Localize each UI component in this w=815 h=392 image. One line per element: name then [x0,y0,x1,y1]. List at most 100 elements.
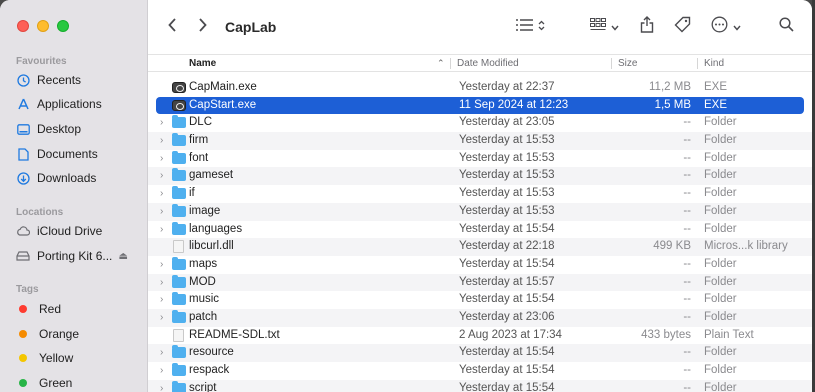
file-size: -- [683,222,691,235]
table-row[interactable]: CapMain.exe Yesterday at 22:37 11,2 MB EXE [148,79,812,97]
file-name: CapStart.exe [189,98,257,111]
file-date-modified: Yesterday at 15:53 [459,187,555,200]
table-row[interactable]: › if Yesterday at 15:53 -- Folder [148,185,812,203]
column-divider[interactable] [611,58,612,69]
sidebar-item-tag-orange[interactable]: Orange [10,322,138,346]
forward-button[interactable] [198,16,207,38]
sidebar-item-porting-kit[interactable]: Porting Kit 6... ⏏ [10,244,138,268]
sidebar-item-label: Orange [39,327,80,341]
sidebar-item-tag-red[interactable]: Red [10,297,138,321]
disclosure-chevron-icon[interactable]: › [160,277,163,288]
sidebar-item-label: Documents [37,147,98,161]
table-row[interactable]: › gameset Yesterday at 15:53 -- Folder [148,167,812,186]
folder-icon [172,380,186,392]
table-row[interactable]: › languages Yesterday at 15:54 -- Folder [148,221,812,239]
column-name[interactable]: Name [189,58,216,69]
table-row[interactable]: › MOD Yesterday at 15:57 -- Folder [148,273,812,292]
table-row[interactable]: › respack Yesterday at 15:54 -- Folder [148,362,812,380]
table-row[interactable]: › resource Yesterday at 15:54 -- Folder [148,344,812,362]
column-size[interactable]: Size [618,58,637,69]
disclosure-chevron-icon[interactable]: › [160,117,163,128]
table-row[interactable]: libcurl.dll Yesterday at 22:18 499 KB Micro… [148,238,812,256]
disclosure-chevron-icon[interactable]: › [160,347,163,358]
file-kind: Folder [704,381,737,392]
disclosure-chevron-icon[interactable]: › [160,294,163,305]
disclosure-chevron-icon[interactable]: › [160,224,163,235]
file-size: -- [683,381,691,392]
file-icon [173,328,184,342]
file-name: languages [189,222,243,235]
folder-icon [172,292,186,306]
ellipsis-circle-icon [711,16,728,38]
sidebar-item-applications[interactable]: Applications [10,92,138,116]
file-icon [173,240,184,254]
disclosure-chevron-icon[interactable]: › [160,312,163,323]
clock-icon [16,73,30,87]
tag-button[interactable] [674,16,691,38]
file-size: 11,2 MB [649,81,691,93]
disclosure-chevron-icon[interactable]: › [160,365,163,376]
disclosure-chevron-icon[interactable]: › [160,259,163,270]
folder-icon [172,133,186,147]
table-row[interactable]: › firm Yesterday at 15:53 -- Folder [148,132,812,150]
disclosure-chevron-icon[interactable]: › [160,170,163,181]
disclosure-chevron-icon[interactable]: › [160,188,163,199]
table-row[interactable]: › image Yesterday at 15:53 -- Folder [148,202,812,221]
file-date-modified: Yesterday at 15:57 [459,275,555,288]
executable-icon [172,99,186,111]
file-name: resource [189,346,234,359]
sidebar-item-icloud-drive[interactable]: iCloud Drive [10,219,138,243]
file-size: -- [683,204,691,217]
file-date-modified: Yesterday at 15:53 [459,151,555,164]
disclosure-chevron-icon[interactable]: › [160,135,163,146]
file-date-modified: Yesterday at 22:18 [459,240,555,253]
table-row[interactable]: › maps Yesterday at 15:54 -- Folder [148,256,812,274]
file-size: -- [683,187,691,200]
file-size: -- [683,169,691,182]
folder-icon [172,203,186,217]
file-kind: EXE [704,81,728,93]
sidebar-item-desktop[interactable]: Desktop [10,117,138,141]
download-icon [16,171,30,185]
zoom-button[interactable] [57,20,69,32]
close-button[interactable] [17,20,29,32]
back-button[interactable] [168,16,177,38]
table-row[interactable]: › patch Yesterday at 23:06 -- Folder [148,308,812,327]
group-button[interactable] [590,16,619,38]
favourites-heading: Favourites [16,56,67,67]
table-row[interactable]: › font Yesterday at 15:53 -- Folder [148,150,812,168]
file-kind: Plain Text [704,328,754,341]
view-options-button[interactable] [516,16,545,38]
sidebar-item-recents[interactable]: Recents [10,68,138,92]
tags-heading: Tags [16,284,39,295]
column-divider[interactable] [697,58,698,69]
sidebar-item-downloads[interactable]: Downloads [10,166,138,190]
table-row[interactable]: › DLC Yesterday at 23:05 -- Folder [148,114,812,132]
chevron-right-icon [198,17,207,37]
sidebar-item-tag-green[interactable]: Green [10,371,138,392]
table-row[interactable]: › script Yesterday at 15:54 -- Folder [148,379,812,392]
table-row[interactable]: README-SDL.txt 2 Aug 2023 at 17:34 433 byt… [148,327,812,345]
red-tag-dot-icon [19,305,27,313]
minimize-button[interactable] [37,20,49,32]
search-button[interactable] [779,16,794,38]
cloud-icon [16,224,30,238]
file-size: -- [683,134,691,147]
column-kind[interactable]: Kind [704,58,724,69]
sidebar-item-tag-yellow[interactable]: Yellow [10,346,138,370]
file-name: music [189,293,220,306]
file-kind: Folder [704,310,737,323]
table-row[interactable]: › music Yesterday at 15:54 -- Folder [148,291,812,309]
eject-icon[interactable]: ⏏ [119,251,128,262]
action-button[interactable] [711,16,741,38]
share-button[interactable] [640,16,654,38]
file-size: 499 KB [653,240,691,253]
table-row[interactable]: CapStart.exe 11 Sep 2024 at 12:23 1,5 MB EX… [156,96,804,115]
column-divider[interactable] [450,58,451,69]
search-icon [779,17,794,37]
sidebar-item-documents[interactable]: Documents [10,142,138,166]
disclosure-chevron-icon[interactable]: › [160,206,163,217]
disclosure-chevron-icon[interactable]: › [160,383,163,392]
disclosure-chevron-icon[interactable]: › [160,153,163,164]
column-date-modified[interactable]: Date Modified [457,58,519,69]
